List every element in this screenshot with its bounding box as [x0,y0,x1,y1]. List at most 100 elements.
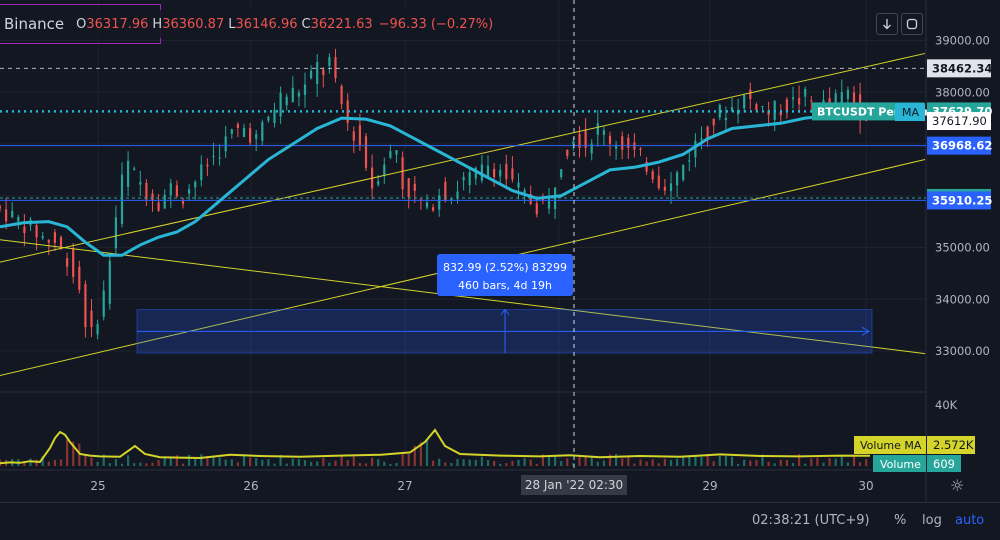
candle-body [358,125,361,145]
candle-body [224,136,227,152]
volume-bar [120,463,124,466]
candle-body [120,174,124,224]
volume-bar [633,463,636,466]
candle-body [310,70,313,79]
volume-bar [157,459,160,466]
volume-tick-label: 40K [935,398,958,412]
volume-bar [474,459,477,466]
price-tick-label: 35000.00 [935,241,990,255]
volume-bar [261,459,264,466]
candle-body [407,178,410,198]
volume-bar [749,460,752,466]
volume-bar [724,455,727,466]
candle-body [84,284,87,328]
log-scale-toggle[interactable]: log [922,513,942,528]
volume-bar [718,456,721,466]
candle-body [755,104,758,111]
volume-bar [669,459,673,466]
price-chart[interactable]: 832.99 (2.52%) 83299 460 bars, 4d 19h 390… [0,0,1000,540]
candle-body [468,172,471,186]
volume-bar [23,462,26,466]
volume-bar [547,455,551,466]
ohlc-legend[interactable]: Binance O 36317.96 H 36360.87 L 36146.96… [0,10,494,38]
chart-overlays: 832.99 (2.52%) 83299 460 bars, 4d 19h [0,0,926,470]
volume-bar [529,459,532,466]
down-arrow-icon[interactable] [876,13,898,35]
candle-body [749,89,752,99]
volume-bar [255,458,258,466]
volume-bar [285,463,288,466]
volume-bar [846,462,849,466]
candle-body [694,140,697,158]
close-value: 36221.63 [310,16,373,32]
time-tick-label: 29 [702,479,717,493]
volume-bar [218,457,221,466]
candle-body [139,182,142,185]
volume-bar [621,458,624,466]
volume-bar [828,458,831,466]
time-tick-label: 30 [858,479,873,493]
volume-bar [47,461,50,466]
candle-body [5,209,8,222]
volume-bar [358,463,361,466]
candle-body [157,202,160,211]
candle-body [596,123,599,135]
candle-body [651,171,654,180]
candle-body [493,168,496,178]
blue-level-label-2: 35910.25 [932,193,992,207]
volume-bar [133,463,136,466]
candle-body [401,157,404,190]
volume-bar [859,462,862,466]
percent-scale-toggle[interactable]: % [894,513,906,528]
auto-scale-toggle[interactable]: auto [955,513,984,528]
candle-body [505,164,508,180]
candle-body [316,61,319,84]
volume-bar [627,456,630,466]
candle-body [602,130,605,135]
candle-body [188,189,191,194]
time-tick-label: 26 [243,479,258,493]
volume-ma-line [0,428,871,465]
volume-bar [456,458,459,466]
settings-gear-icon[interactable]: ☼ [950,476,964,495]
volume-bar [444,462,447,466]
volume-bar [407,454,410,466]
chart-grid [0,0,927,502]
volume-bar [523,458,526,466]
price-tick-label: 33000.00 [935,344,990,358]
candle-body [194,181,197,188]
volume-bar [450,462,453,466]
candle-body [712,118,715,126]
high-value: 36360.87 [162,16,225,32]
volume-bar [791,463,795,466]
candle-body [236,124,239,128]
candle-body [676,172,679,186]
measure-label-line1: 832.99 (2.52%) 83299 [443,261,567,274]
volume-ma-key: Volume MA [860,439,922,452]
volume-bar [334,460,337,466]
volume-bar [322,457,325,466]
volume-bar [377,459,380,466]
volume-bar [114,459,117,466]
candle-body [383,164,386,177]
volume-bar [401,454,404,466]
volume-bar [682,457,685,466]
candle-body [11,210,14,218]
candle-body [163,194,166,209]
volume-bar [108,463,111,466]
candle-body [663,186,666,191]
volume-bar [316,461,319,466]
candle-body [114,217,117,249]
candle-body [303,84,307,95]
candle-body [249,128,252,143]
candle-body [328,57,331,66]
fullscreen-icon[interactable] [901,13,923,35]
price-tick-label: 38000.00 [935,85,990,99]
volume-bar [151,462,154,466]
candle-body [145,182,148,200]
candle-body [47,240,50,243]
crosshair-time-label: 28 Jan '22 02:30 [525,478,623,492]
volume-bar [602,460,605,466]
candle-body [608,135,612,144]
volume-bar [590,456,593,466]
